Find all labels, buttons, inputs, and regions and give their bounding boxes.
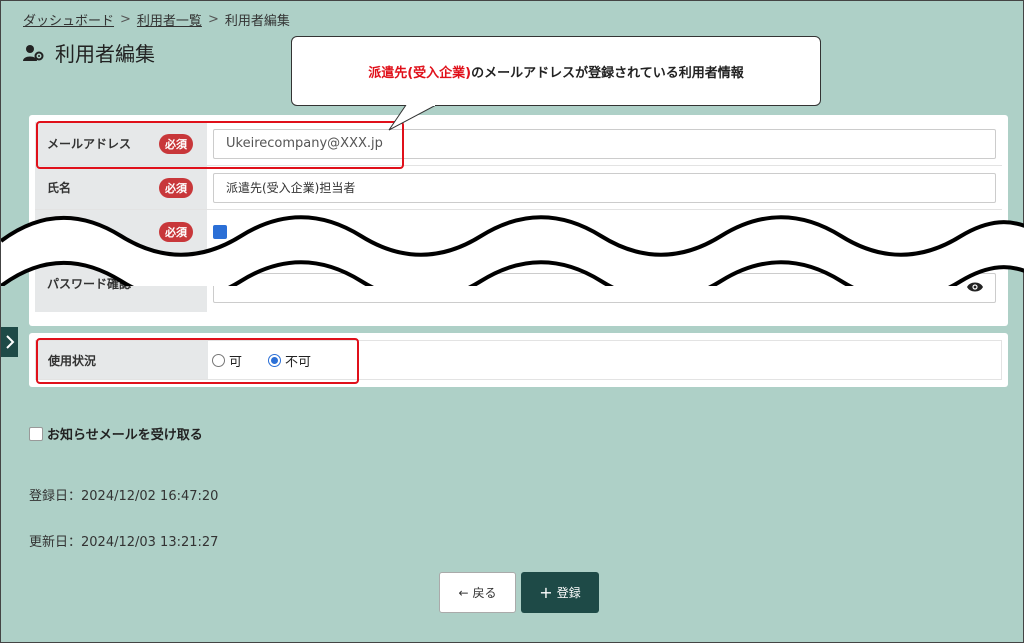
- notify-checkbox[interactable]: [29, 426, 43, 441]
- required-badge: 必須: [159, 177, 193, 198]
- user-settings-icon: [23, 44, 44, 61]
- page-title-text: 利用者編集: [55, 42, 155, 66]
- breadcrumb-user-list[interactable]: 利用者一覧: [137, 10, 202, 29]
- notify-label: お知らせメールを受け取る: [47, 428, 203, 443]
- breadcrumb-current: 利用者編集: [224, 14, 290, 29]
- annotation-status-highlight: [36, 338, 359, 384]
- save-button[interactable]: + 登録: [521, 572, 599, 613]
- sidebar-toggle[interactable]: [1, 327, 18, 357]
- page-title: 利用者編集: [23, 38, 155, 67]
- annotation-email-highlight: [36, 121, 404, 169]
- name-label-text: 氏名: [47, 181, 72, 195]
- chevron-right-icon: [5, 335, 14, 349]
- back-button-label: 戻る: [472, 586, 497, 600]
- annotation-callout: 派遣先(受入企業) のメールアドレスが登録されている利用者情報: [291, 36, 821, 106]
- back-button[interactable]: ← 戻る: [439, 572, 516, 613]
- callout-highlight-text: 派遣先(受入企業): [368, 65, 472, 81]
- registered-date: 登録日：2024/12/02 16:47:20: [29, 489, 219, 504]
- page-break-wave: [1, 215, 1024, 286]
- updated-date: 更新日：2024/12/03 13:21:27: [29, 535, 219, 550]
- breadcrumb-separator: >: [207, 12, 219, 27]
- notify-checkbox-row[interactable]: お知らせメールを受け取る: [29, 424, 203, 443]
- callout-text: のメールアドレスが登録されている利用者情報: [471, 65, 744, 81]
- breadcrumb-dashboard[interactable]: ダッシュボード: [23, 10, 114, 29]
- callout-pointer: [388, 105, 437, 131]
- save-button-label: 登録: [556, 586, 581, 600]
- breadcrumb: ダッシュボード > 利用者一覧 > 利用者編集: [23, 10, 290, 29]
- arrow-left-icon: ←: [458, 585, 469, 600]
- plus-icon: +: [539, 583, 553, 602]
- breadcrumb-separator: >: [120, 12, 131, 27]
